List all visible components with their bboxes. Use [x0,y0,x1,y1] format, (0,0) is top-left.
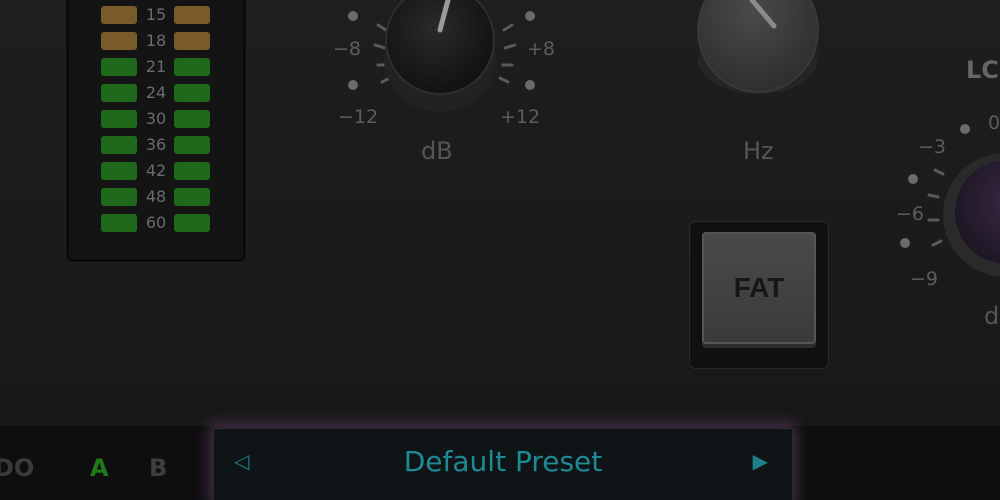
meter-scale-label: 15 [145,5,167,24]
meter-segment-right [174,6,210,24]
preset-selector[interactable]: ◁ Default Preset ▶ [213,428,793,500]
fat-button-housing: FAT [690,222,828,368]
scale-dot [525,11,535,21]
gain-scale-minus8: −8 [333,38,362,60]
meter-segment-left [101,214,137,232]
fat-button[interactable]: FAT [702,232,816,344]
meter-scale-label: 42 [145,161,167,180]
meter-segment-right [174,32,210,50]
meter-segment-right [174,136,210,154]
meter-segment-left [101,136,137,154]
meter-scale-label: 18 [145,31,167,50]
right-unit-label: d [984,302,1000,330]
meter-segment-left [101,188,137,206]
scale-dot [900,238,910,248]
level-meter: 15 18 21 24 30 36 42 48 60 [66,0,246,262]
meter-segment-right [174,188,210,206]
meter-scale-label: 36 [145,135,167,154]
meter-scale-label: 60 [145,213,167,232]
scale-dot [348,80,358,90]
right-knob[interactable] [925,140,1000,290]
scale-dot [908,174,918,184]
ab-compare-a-button[interactable]: A [90,454,109,482]
meter-segment-right [174,84,210,102]
gain-scale-plus8: +8 [527,38,556,60]
undo-label[interactable]: DO [0,454,34,482]
meter-segment-left [101,32,137,50]
frequency-knob[interactable] [690,0,830,115]
ab-compare-b-button[interactable]: B [149,454,167,482]
meter-scale-label: 24 [145,83,167,102]
meter-segment-left [101,58,137,76]
right-scale-zero: 0 [988,112,1000,134]
meter-segment-right [174,214,210,232]
meter-segment-right [174,162,210,180]
meter-segment-left [101,110,137,128]
meter-segment-left [101,84,137,102]
meter-scale-label: 21 [145,57,167,76]
scale-dot [960,124,970,134]
gain-unit-label: dB [421,137,453,165]
scale-dot [525,80,535,90]
meter-segment-right [174,110,210,128]
section-title: LC [966,56,999,84]
meter-segment-left [101,162,137,180]
scale-dot [348,11,358,21]
meter-segment-left [101,6,137,24]
right-scale-minus6: −6 [896,203,925,225]
meter-scale-label: 30 [145,109,167,128]
gain-scale-plus12: +12 [500,106,541,128]
meter-scale-label: 48 [145,187,167,206]
preset-name[interactable]: Default Preset [214,445,792,478]
meter-segment-right [174,58,210,76]
gain-scale-minus12: −12 [338,106,379,128]
plugin-window: { "meter": { "labels": ["15","18","21","… [0,0,1000,500]
gain-knob[interactable] [380,0,500,115]
frequency-unit-label: Hz [743,137,774,165]
next-preset-button[interactable]: ▶ [753,449,768,473]
